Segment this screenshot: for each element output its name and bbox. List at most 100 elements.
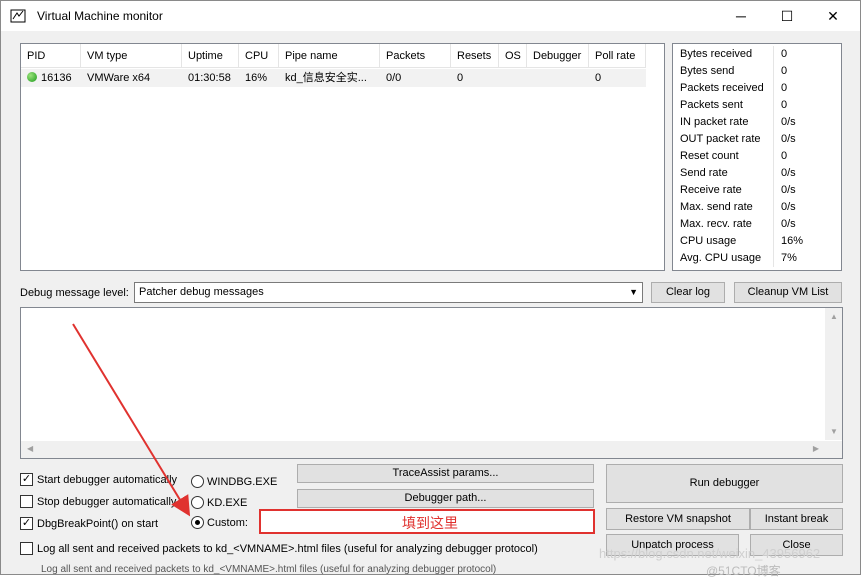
windbg-label: WINDBG.EXE — [207, 475, 278, 488]
scroll-corner: ▼ — [825, 427, 842, 458]
stat-label: Reset count — [673, 148, 774, 165]
debug-level-select[interactable]: Patcher debug messages ▼ — [134, 282, 643, 303]
column-header-pid[interactable]: PID — [21, 44, 81, 68]
instant-break-button[interactable]: Instant break — [750, 508, 843, 530]
stat-value: 7% — [781, 252, 797, 264]
cell-pid: 16136 — [41, 72, 72, 84]
column-header-cpu[interactable]: CPU — [239, 44, 279, 68]
dbgbreak-checkbox[interactable]: ✓ DbgBreakPoint() on start — [20, 517, 158, 530]
stat-value: 0 — [781, 150, 788, 162]
cell-resets: 0 — [457, 72, 464, 84]
horizontal-scrollbar[interactable]: ◀ ▶ — [21, 441, 825, 458]
vertical-scrollbar[interactable]: ▲ — [825, 308, 842, 440]
close-window-button[interactable]: ✕ — [810, 1, 856, 31]
stat-label: Receive rate — [673, 182, 774, 199]
scroll-up-icon[interactable]: ▲ — [830, 312, 838, 321]
column-header-packets[interactable]: Packets — [380, 44, 451, 68]
radio-off-icon — [191, 475, 204, 488]
column-header-resets[interactable]: Resets — [451, 44, 499, 68]
stat-row: Max. recv. rate 0/s — [673, 216, 841, 233]
scroll-down-icon[interactable]: ▼ — [830, 427, 838, 436]
custom-radio[interactable]: Custom: — [191, 516, 248, 529]
debug-level-selected: Patcher debug messages — [139, 286, 264, 298]
stat-value: 0 — [781, 65, 788, 77]
stat-value: 0/s — [781, 133, 796, 145]
scroll-left-icon[interactable]: ◀ — [27, 444, 33, 453]
stat-row: Send rate 0/s — [673, 165, 841, 182]
stat-label: Bytes received — [673, 46, 774, 63]
kd-label: KD.EXE — [207, 496, 248, 509]
stat-value: 16% — [781, 235, 804, 247]
maximize-button[interactable]: ☐ — [764, 1, 810, 31]
checkbox-checked-icon: ✓ — [20, 517, 33, 530]
stat-row: Reset count 0 — [673, 148, 841, 165]
stat-label: Max. recv. rate — [673, 216, 774, 233]
stat-row: IN packet rate 0/s — [673, 114, 841, 131]
column-header-vm-type[interactable]: VM type — [81, 44, 182, 68]
log-packets-label: Log all sent and received packets to kd_… — [37, 542, 538, 555]
stat-label: Max. send rate — [673, 199, 774, 216]
annotation-label: 填到这里 — [402, 515, 458, 531]
cell-poll-rate: 0 — [595, 72, 602, 84]
background-window-strip: Log all sent and received packets to kd_… — [41, 564, 497, 575]
minimize-button[interactable]: ─ — [718, 1, 764, 31]
stat-row: Bytes send 0 — [673, 63, 841, 80]
stat-label: IN packet rate — [673, 114, 774, 131]
debug-log-area[interactable]: ▲ ◀ ▶ ▼ — [20, 307, 843, 459]
checkbox-unchecked-icon — [20, 542, 33, 555]
cell-pipe-name: kd_信息安全实... — [285, 72, 367, 84]
checkbox-checked-icon: ✓ — [20, 473, 33, 486]
debugger-path-button[interactable]: Debugger path... — [297, 489, 594, 508]
radio-on-icon — [191, 516, 204, 529]
stat-value: 0 — [781, 99, 788, 111]
watermark: https://blog.csdn.net/weixin_43956962 — [599, 546, 821, 561]
windbg-radio[interactable]: WINDBG.EXE — [191, 475, 277, 488]
cell-cpu: 16% — [245, 72, 268, 84]
cell-packets: 0/0 — [386, 72, 402, 84]
chevron-down-icon: ▼ — [629, 287, 638, 297]
column-header-uptime[interactable]: Uptime — [182, 44, 239, 68]
stat-row: CPU usage 16% — [673, 233, 841, 250]
column-header-debugger[interactable]: Debugger — [527, 44, 589, 68]
column-header-os[interactable]: OS — [499, 44, 527, 68]
stat-row: Receive rate 0/s — [673, 182, 841, 199]
cleanup-vm-list-button[interactable]: Cleanup VM List — [734, 282, 842, 303]
restore-snapshot-button[interactable]: Restore VM snapshot — [606, 508, 750, 530]
stop-auto-checkbox[interactable]: Stop debugger automatically — [20, 495, 176, 508]
cell-debugger — [527, 69, 589, 87]
scroll-right-icon[interactable]: ▶ — [813, 444, 819, 453]
start-auto-checkbox[interactable]: ✓ Start debugger automatically — [20, 473, 177, 486]
cell-vm-type: VMWare x64 — [87, 72, 151, 84]
cell-os — [499, 69, 527, 87]
log-packets-checkbox[interactable]: Log all sent and received packets to kd_… — [20, 542, 538, 555]
watermark-secondary: @51CTO博客 — [706, 564, 781, 578]
stat-row: OUT packet rate 0/s — [673, 131, 841, 148]
stat-label: CPU usage — [673, 233, 774, 250]
run-debugger-button[interactable]: Run debugger — [606, 464, 843, 503]
stat-value: 0/s — [781, 184, 796, 196]
stat-row: Max. send rate 0/s — [673, 199, 841, 216]
kd-radio[interactable]: KD.EXE — [191, 496, 247, 509]
vm-list-table[interactable]: PID VM type Uptime CPU Pipe name Packets… — [20, 43, 665, 271]
stat-value: 0 — [781, 48, 788, 60]
stat-row: Avg. CPU usage 7% — [673, 250, 841, 267]
stat-value: 0 — [781, 82, 788, 94]
stat-row: Packets received 0 — [673, 80, 841, 97]
stat-value: 0/s — [781, 116, 796, 128]
column-header-poll-rate[interactable]: Poll rate — [589, 44, 646, 68]
checkbox-unchecked-icon — [20, 495, 33, 508]
stats-table: Bytes received 0 Bytes send 0 Packets rece… — [672, 43, 842, 271]
cell-uptime: 01:30:58 — [188, 72, 231, 84]
title-bar: Virtual Machine monitor ─ ☐ ✕ — [1, 1, 860, 31]
stat-label: Send rate — [673, 165, 774, 182]
table-row[interactable]: 16136 VMWare x64 01:30:58 16% kd_信息安全实..… — [21, 69, 646, 87]
column-header-pipe-name[interactable]: Pipe name — [279, 44, 380, 68]
stop-auto-label: Stop debugger automatically — [37, 495, 177, 508]
clear-log-button[interactable]: Clear log — [651, 282, 725, 303]
stat-row: Bytes received 0 — [673, 46, 841, 63]
traceassist-params-button[interactable]: TraceAssist params... — [297, 464, 594, 483]
debug-level-label: Debug message level: — [20, 287, 129, 299]
stat-row: Packets sent 0 — [673, 97, 841, 114]
stat-value: 0/s — [781, 201, 796, 213]
stat-value: 0/s — [781, 218, 796, 230]
